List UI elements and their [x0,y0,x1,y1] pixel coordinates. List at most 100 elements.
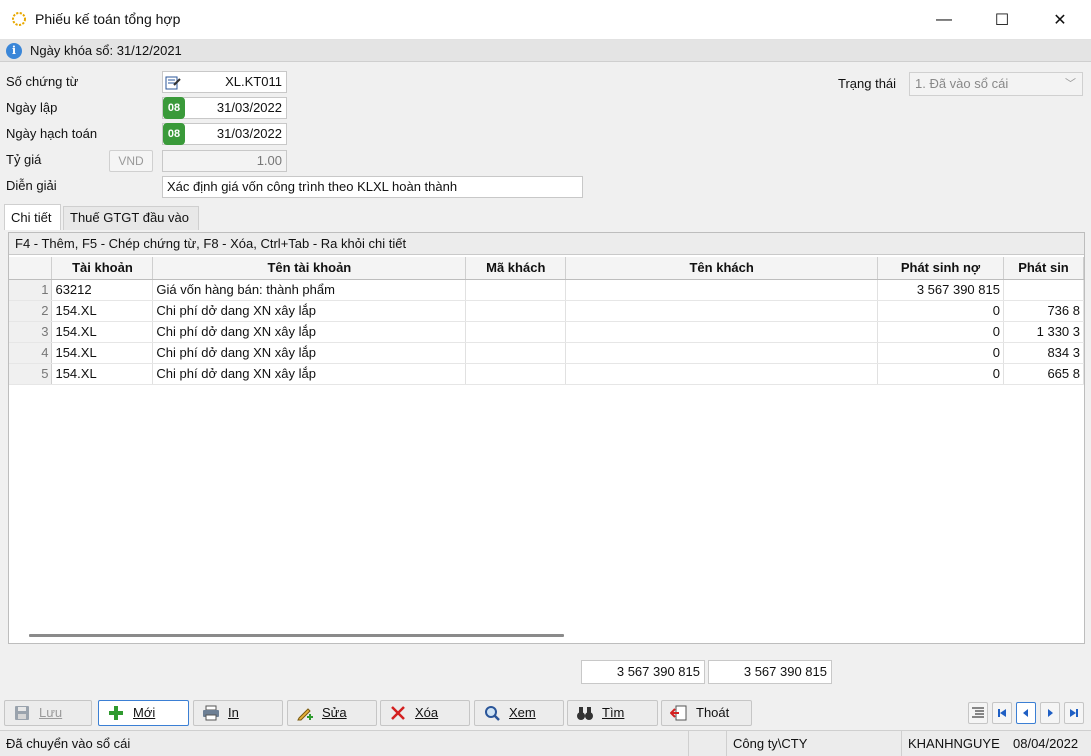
cell-customer-name[interactable] [565,279,879,301]
last-record-button[interactable] [1064,702,1084,724]
maximize-icon: ☐ [994,12,1010,29]
window-title: Phiếu kế toán tổng hợp [35,11,181,27]
row-number: 3 [9,321,53,343]
status-company: Công ty\CTY [726,731,901,756]
description-field[interactable]: Xác định giá vốn công trình theo KLXL ho… [162,176,583,198]
horizontal-scrollbar[interactable] [29,634,564,637]
table-row[interactable]: 2 154.XL Chi phí dở dang XN xây lắp 0 73… [9,300,1085,322]
next-record-button[interactable] [1040,702,1060,724]
table-row[interactable]: 5 154.XL Chi phí dở dang XN xây lắp 0 66… [9,363,1085,385]
maximize-button[interactable]: ☐ [973,0,1031,40]
cell-customer-code[interactable] [465,363,567,385]
col-account[interactable]: Tài khoản [51,257,154,280]
cell-customer-name[interactable] [565,342,879,364]
view-button[interactable]: Xem [474,700,564,726]
status-select[interactable]: 1. Đã vào sổ cái ﹀ [909,72,1083,96]
cell-customer-name[interactable] [565,300,879,322]
save-button[interactable]: Lưu [4,700,92,726]
cell-account[interactable]: 154.XL [51,300,154,322]
print-button[interactable]: In [193,700,283,726]
col-credit[interactable]: Phát sin [1003,257,1085,280]
tab-detail[interactable]: Chi tiết [4,204,61,230]
date-created-calendar-icon[interactable]: 08 [163,97,185,119]
cell-account-name[interactable]: Chi phí dở dang XN xây lắp [152,321,467,343]
minimize-icon: — [936,11,952,28]
currency-button[interactable]: VND [109,150,153,172]
cell-customer-code[interactable] [465,342,567,364]
rate-value: 1.00 [256,153,282,168]
cell-debit[interactable]: 0 [877,363,1004,385]
detail-grid: F4 - Thêm, F5 - Chép chứng từ, F8 - Xóa,… [8,232,1085,644]
cell-credit[interactable]: 736 8 [1003,300,1085,322]
app-sun-icon [12,12,26,26]
lock-date-text: Ngày khóa sổ: 31/12/2021 [30,43,182,58]
cell-account[interactable]: 154.XL [51,321,154,343]
save-label: Lưu [39,705,63,720]
cell-account-name[interactable]: Giá vốn hàng bán: thành phẩm [152,279,467,301]
cell-account[interactable]: 154.XL [51,342,154,364]
cell-customer-name[interactable] [565,363,879,385]
voucher-doc-icon[interactable] [165,76,181,90]
table-row[interactable]: 4 154.XL Chi phí dở dang XN xây lắp 0 83… [9,342,1085,364]
cell-account[interactable]: 154.XL [51,363,154,385]
status-spacer [688,731,726,756]
cell-customer-code[interactable] [465,279,567,301]
col-debit[interactable]: Phát sinh nợ [877,257,1004,280]
close-button[interactable]: ✕ [1031,0,1089,40]
table-row[interactable]: 1 63212 Giá vốn hàng bán: thành phẩm 3 5… [9,279,1085,301]
table-header-row: Tài khoản Tên tài khoản Mã khách Tên khá… [9,257,1085,280]
list-icon [972,707,984,718]
printer-icon [203,705,219,721]
cell-account-name[interactable]: Chi phí dở dang XN xây lắp [152,300,467,322]
cell-credit[interactable]: 665 8 [1003,363,1085,385]
new-button[interactable]: Mới [98,700,189,726]
exit-label: Thoát [696,705,730,720]
print-label: In [228,705,239,720]
delete-label: Xóa [415,705,439,720]
cell-customer-code[interactable] [465,321,567,343]
first-record-button[interactable] [992,702,1012,724]
cell-customer-code[interactable] [465,300,567,322]
find-button[interactable]: Tìm [567,700,658,726]
close-icon: ✕ [1053,12,1067,29]
cell-debit[interactable]: 3 567 390 815 [877,279,1004,301]
edit-button[interactable]: Sửa [287,700,377,726]
edit-label: Sửa [322,705,347,720]
minimize-button[interactable]: — [915,0,973,40]
cell-debit[interactable]: 0 [877,300,1004,322]
chevron-down-icon: ﹀ [1065,78,1076,90]
plus-icon [109,706,123,720]
binoculars-icon [577,707,593,720]
row-number: 2 [9,300,53,322]
cell-credit[interactable] [1003,279,1085,301]
description-label: Diễn giải [6,178,57,193]
grid-hint: F4 - Thêm, F5 - Chép chứng từ, F8 - Xóa,… [9,233,1084,255]
cell-account-name[interactable]: Chi phí dở dang XN xây lắp [152,342,467,364]
list-view-button[interactable] [968,702,988,724]
find-label: Tìm [602,705,625,720]
tab-vat-input[interactable]: Thuế GTGT đầu vào [63,206,199,230]
status-user: KHANHNGUYE [901,731,1006,756]
previous-record-button[interactable] [1016,702,1036,724]
col-customer-name[interactable]: Tên khách [565,257,879,280]
delete-button[interactable]: Xóa [380,700,470,726]
cell-credit[interactable]: 1 330 3 [1003,321,1085,343]
cell-debit[interactable]: 0 [877,321,1004,343]
table-row[interactable]: 3 154.XL Chi phí dở dang XN xây lắp 0 1 … [9,321,1085,343]
last-record-icon [1070,709,1078,717]
status-date: 08/04/2022 [1013,736,1079,751]
voucher-no-label: Số chứng từ [6,74,79,89]
status-state: Đã chuyển vào sổ cái [6,736,131,751]
cell-account-name[interactable]: Chi phí dở dang XN xây lắp [152,363,467,385]
cell-account[interactable]: 63212 [51,279,154,301]
col-account-name[interactable]: Tên tài khoản [152,257,467,280]
exit-button[interactable]: Thoát [661,700,752,726]
col-customer-code[interactable]: Mã khách [465,257,567,280]
status-bar: Đã chuyển vào sổ cái Công ty\CTY KHANHNG… [0,730,1091,756]
cell-credit[interactable]: 834 3 [1003,342,1085,364]
rate-field[interactable]: 1.00 [162,150,287,172]
cell-debit[interactable]: 0 [877,342,1004,364]
cell-customer-name[interactable] [565,321,879,343]
posting-date-calendar-icon[interactable]: 08 [163,123,185,145]
first-record-icon [998,709,1006,717]
